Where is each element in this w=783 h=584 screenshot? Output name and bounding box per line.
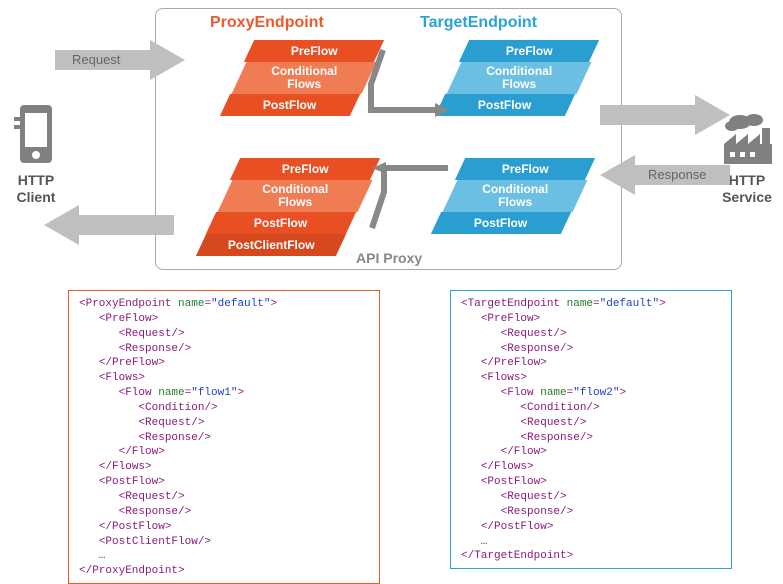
phone-icon [14,105,58,167]
condflow-label: ConditionalFlows [262,183,328,208]
xml-line: <ProxyEndpoint name="default"> [79,298,277,310]
xml-line: <TargetEndpoint name="default"> [461,298,666,310]
condflow-label: ConditionalFlows [486,65,552,90]
condflow-label: ConditionalFlows [482,183,548,208]
target-xml-box: <TargetEndpoint name="default"> <PreFlow… [450,290,732,569]
out-arrow-bottom [44,205,174,245]
postclientflow-label: PostClientFlow [228,239,315,252]
out-arrow-top [600,95,730,135]
postflow-label: PostFlow [263,99,316,112]
proxy-request-stack: PreFlow ConditionalFlows PostFlow [215,40,375,120]
postflow-label: PostFlow [254,217,307,230]
proxy-response-stack: PreFlow ConditionalFlows PostFlow PostCl… [185,158,375,258]
proxy-xml-box: <ProxyEndpoint name="default"> <PreFlow>… [68,290,380,584]
target-endpoint-title: TargetEndpoint [420,14,537,32]
preflow-label: PreFlow [291,45,338,58]
proxy-endpoint-title: ProxyEndpoint [210,14,324,32]
preflow-label: PreFlow [502,163,549,176]
connector-top [365,40,455,130]
response-label: Response [648,167,707,182]
postflow-label: PostFlow [478,99,531,112]
condflow-label: ConditionalFlows [271,65,337,90]
request-label: Request [72,52,120,67]
postflow-label: PostFlow [474,217,527,230]
preflow-label: PreFlow [506,45,553,58]
client-label: HTTPClient [6,172,66,206]
preflow-label: PreFlow [282,163,329,176]
connector-bottom [360,158,455,248]
